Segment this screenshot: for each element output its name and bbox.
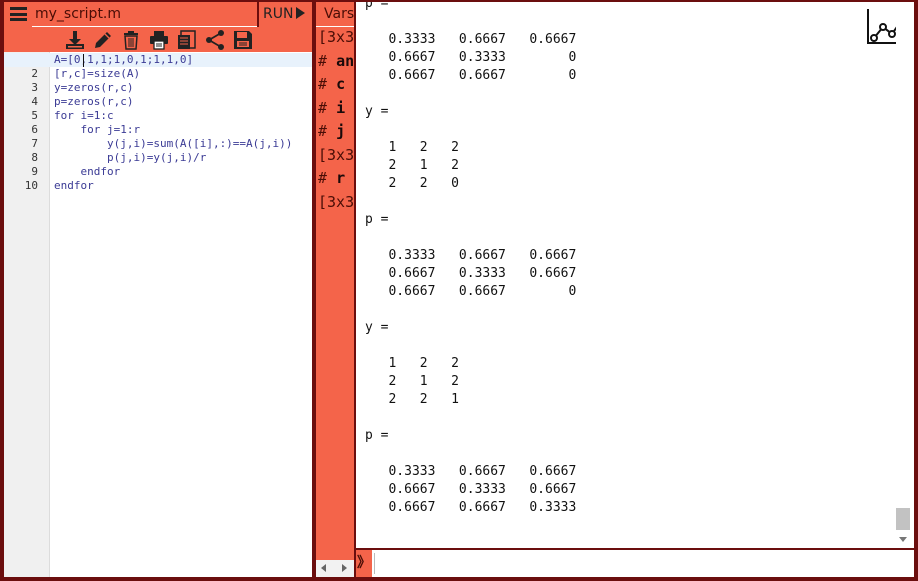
line-number: 2	[31, 67, 38, 80]
line-number: 6	[31, 123, 38, 136]
scroll-right-icon[interactable]	[342, 564, 347, 572]
export-icon[interactable]	[176, 29, 198, 51]
code-line[interactable]: [r,c]=size(A)	[54, 67, 140, 81]
var-hash: #	[318, 98, 328, 117]
line-number: 9	[31, 165, 38, 178]
code-line[interactable]: y(j,i)=sum(A([i],:)==A(j,i))	[54, 137, 292, 151]
output-scrollbar[interactable]	[896, 2, 914, 548]
var-item[interactable]: # i	[318, 99, 345, 117]
command-input[interactable]	[374, 553, 910, 574]
var-item[interactable]: # j	[318, 122, 345, 140]
var-item[interactable]: # r	[318, 169, 345, 187]
output-scroll-thumb[interactable]	[896, 508, 910, 530]
output-pane: p = 0.3333 0.6667 0.6667 0.6667 0.3333 0…	[356, 2, 914, 548]
vars-tab[interactable]: Vars	[316, 2, 354, 27]
var-hash: #	[318, 122, 328, 140]
save-icon[interactable]	[232, 29, 254, 51]
line-number: 5	[31, 109, 38, 122]
var-hash: #	[318, 75, 328, 93]
code-line[interactable]: for j=1:r	[54, 123, 140, 137]
line-number: 7	[31, 137, 38, 150]
code-line[interactable]: endfor	[54, 165, 120, 179]
play-icon	[296, 7, 306, 19]
scroll-left-icon[interactable]	[321, 564, 326, 572]
text-cursor	[83, 54, 84, 67]
var-hash: #	[318, 169, 328, 187]
console-output: p = 0.3333 0.6667 0.6667 0.6667 0.3333 0…	[365, 2, 577, 515]
editor-pane: my_script.m RUN 12345678910 A=[0,1,1;1,0…	[4, 2, 312, 577]
pencil-icon[interactable]	[92, 29, 114, 51]
run-label: RUN	[263, 6, 294, 22]
var-name: r	[336, 169, 346, 187]
share-icon[interactable]	[204, 29, 226, 51]
editor-toolbar	[4, 27, 312, 52]
code-line[interactable]: p(j,i)=y(j,i)/r	[54, 151, 206, 165]
var-name: j	[336, 122, 346, 140]
trash-icon[interactable]	[120, 29, 142, 51]
var-item[interactable]: [3x3]	[318, 193, 354, 211]
var-item[interactable]: # c	[318, 75, 345, 93]
menu-icon[interactable]	[10, 7, 27, 21]
line-number: 3	[31, 81, 38, 94]
var-hash: #	[318, 51, 328, 70]
line-number: 4	[31, 95, 38, 108]
line-number: 10	[24, 179, 38, 192]
code-line[interactable]: for i=1:c	[54, 109, 114, 123]
scroll-down-icon[interactable]	[899, 537, 907, 542]
var-item[interactable]: [3x3]	[318, 28, 354, 46]
line-number: 8	[31, 151, 38, 164]
download-icon[interactable]	[64, 29, 86, 51]
var-name: ans	[336, 51, 354, 70]
vars-horizontal-scrollbar[interactable]	[316, 560, 354, 577]
var-name: i	[336, 98, 346, 117]
var-item[interactable]: [3x3]	[318, 146, 354, 164]
run-button[interactable]: RUN	[257, 2, 312, 27]
line-number-gutter: 12345678910	[4, 52, 50, 577]
code-line[interactable]: endfor	[54, 179, 94, 193]
var-name: c	[336, 75, 346, 93]
editor-titlebar: my_script.m RUN	[4, 2, 312, 27]
command-bar: 》	[356, 550, 914, 577]
code-line[interactable]: A=[0,1,1;1,0,1;1,1,0]	[54, 53, 193, 67]
print-icon[interactable]	[148, 29, 170, 51]
filename-tab[interactable]: my_script.m	[32, 2, 257, 27]
code-line[interactable]: y=zeros(r,c)	[54, 81, 133, 95]
vars-pane: Vars [3x3]# ans# c# i# j[3x3]# r[3x3]	[316, 2, 354, 577]
code-line[interactable]: p=zeros(r,c)	[54, 95, 133, 109]
var-item[interactable]: # ans	[318, 52, 354, 70]
double-chevron-right-icon: 》	[356, 550, 372, 577]
